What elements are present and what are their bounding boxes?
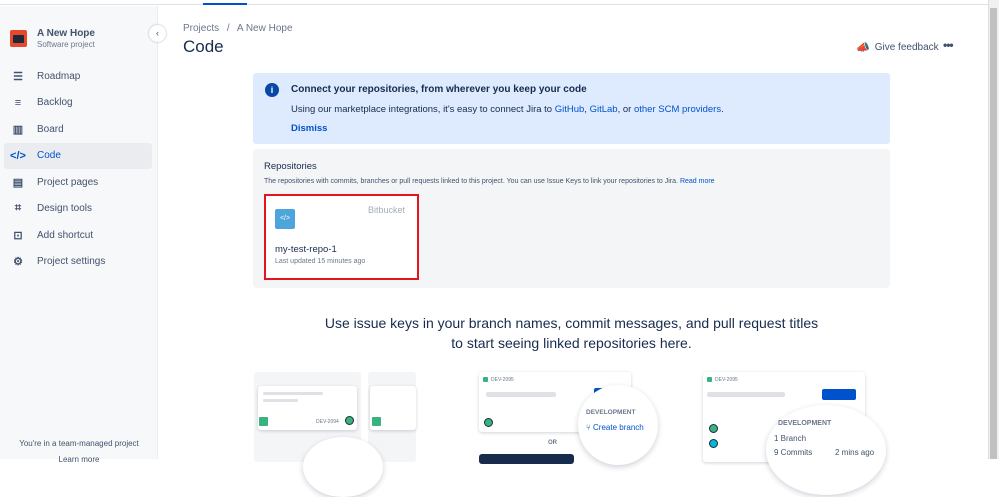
empty-line-2: to start seeing linked repositories here… <box>451 335 692 351</box>
repositories-desc-text: The repositories with commits, branches … <box>264 178 678 185</box>
megaphone-icon: 📣 <box>856 42 870 54</box>
sidebar-item-label: Roadmap <box>37 70 81 82</box>
avatar <box>484 418 493 427</box>
sidebar-nav: ☰ Roadmap ≡ Backlog ▥ Board </> Code ▤ Projec… <box>4 63 152 275</box>
story-icon <box>259 417 268 426</box>
active-tab-indicator <box>203 3 247 5</box>
code-icon: </> <box>10 149 26 162</box>
roadmap-icon: ☰ <box>13 70 23 83</box>
design-icon: ⌗ <box>14 202 22 215</box>
commit-time: 2 mins ago <box>835 448 875 457</box>
branch-count: 1 Branch <box>774 434 807 443</box>
top-nav-bar <box>0 0 988 5</box>
connect-repos-banner: i Connect your repositories, from wherev… <box>253 73 890 144</box>
sidebar-item-label: Design tools <box>37 203 93 215</box>
sidebar-item-label: Project settings <box>37 256 106 268</box>
backlog-icon: ≡ <box>14 96 22 109</box>
banner-or: , or <box>617 104 634 115</box>
development-label: DEVELOPMENT <box>586 409 636 416</box>
add-shortcut-icon: ⊡ <box>13 229 23 242</box>
project-type: Software project <box>37 40 95 49</box>
banner-text: Using our marketplace integrations, it's… <box>291 104 724 115</box>
avatar <box>345 416 354 425</box>
repositories-section: Repositories The repositories with commi… <box>253 149 890 288</box>
read-more-link[interactable]: Read more <box>680 178 715 185</box>
sidebar-footer: You're in a team-managed project Learn m… <box>0 439 158 471</box>
banner-period: . <box>721 104 724 115</box>
repo-name: my-test-repo-1 <box>275 244 337 255</box>
dismiss-button[interactable]: Dismiss <box>291 123 327 134</box>
repo-card[interactable]: </> Bitbucket my-test-repo-1 Last update… <box>264 194 419 280</box>
sidebar-item-label: Code <box>37 150 61 162</box>
story-icon <box>483 377 488 382</box>
breadcrumb: Projects / A New Hope <box>183 23 293 34</box>
breadcrumb-project[interactable]: A New Hope <box>237 23 293 34</box>
sidebar-item-label: Board <box>37 123 64 135</box>
collapse-sidebar-button[interactable]: ‹ <box>149 25 166 42</box>
sidebar-item-roadmap[interactable]: ☰ Roadmap <box>4 63 152 90</box>
learn-more-link[interactable]: Learn more <box>0 455 158 464</box>
other-scm-link[interactable]: other SCM providers <box>634 104 721 115</box>
sidebar-item-label: Backlog <box>37 97 73 109</box>
repo-updated: Last updated 15 minutes ago <box>275 258 366 265</box>
banner-text-pre: Using our marketplace integrations, it's… <box>291 104 555 115</box>
page-title: Code <box>183 37 224 56</box>
or-label: OR <box>548 440 557 446</box>
development-label: DEVELOPMENT <box>778 420 832 427</box>
project-name: A New Hope <box>37 28 95 39</box>
repositories-desc: The repositories with commits, branches … <box>264 178 715 185</box>
sidebar-item-label: Add shortcut <box>37 229 94 241</box>
project-avatar-icon <box>10 30 27 47</box>
breadcrumb-separator: / <box>226 23 230 34</box>
breadcrumb-projects[interactable]: Projects <box>183 23 219 34</box>
gitlab-link[interactable]: GitLab <box>590 104 618 115</box>
give-feedback-button[interactable]: 📣 Give feedback <box>856 41 939 54</box>
sidebar-item-project-pages[interactable]: ▤ Project pages <box>4 169 152 196</box>
repositories-title: Repositories <box>264 161 317 172</box>
story-icon <box>372 417 381 426</box>
sidebar-item-backlog[interactable]: ≡ Backlog <box>4 90 152 117</box>
create-branch-link: ⑂ Create branch <box>586 423 644 432</box>
commit-count: 9 Commits <box>774 448 813 457</box>
more-actions-button[interactable]: ••• <box>943 38 954 52</box>
create-branch-label: Create branch <box>593 423 644 432</box>
info-icon: i <box>265 83 279 97</box>
sidebar-item-board[interactable]: ▥ Board <box>4 116 152 143</box>
issue-key: DEV-2095 <box>491 377 514 383</box>
give-feedback-label: Give feedback <box>874 42 939 53</box>
avatar <box>709 424 718 433</box>
banner-title: Connect your repositories, from wherever… <box>291 84 587 95</box>
sidebar-item-design-tools[interactable]: ⌗ Design tools <box>4 196 152 223</box>
sidebar-item-code[interactable]: </> Code <box>4 142 152 169</box>
team-managed-text: You're in a team-managed project <box>19 439 139 448</box>
repo-source: Bitbucket <box>367 205 405 215</box>
chevron-left-icon: ‹ <box>156 28 159 38</box>
board-icon: ▥ <box>12 123 24 136</box>
pages-icon: ▤ <box>12 176 24 189</box>
sidebar: A New Hope Software project ☰ Roadmap ≡ Ba… <box>0 6 158 464</box>
branch-icon: ⑂ <box>586 423 594 432</box>
empty-line-1: Use issue keys in your branch names, com… <box>324 315 819 331</box>
avatar <box>709 439 718 448</box>
project-header[interactable]: A New Hope Software project <box>10 28 95 49</box>
sidebar-item-label: Project pages <box>37 176 99 188</box>
github-link[interactable]: GitHub <box>555 104 585 115</box>
empty-state-message: Use issue keys in your branch names, com… <box>253 313 890 353</box>
sidebar-item-add-shortcut[interactable]: ⊡ Add shortcut <box>4 222 152 249</box>
gear-icon: ⚙ <box>13 256 23 269</box>
code-repo-icon: </> <box>275 209 295 229</box>
scrollbar-thumb[interactable] <box>990 8 997 459</box>
story-icon <box>707 377 712 382</box>
sidebar-item-project-settings[interactable]: ⚙ Project settings <box>4 249 152 276</box>
issue-key: DEV-2094 <box>316 419 339 425</box>
issue-key: DEV-2095 <box>715 377 738 383</box>
